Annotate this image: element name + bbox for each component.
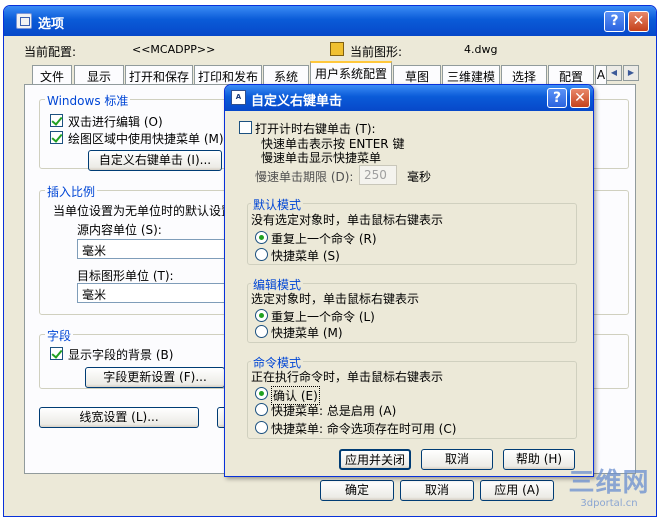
- tab-3d-modeling[interactable]: 三维建模: [442, 65, 500, 84]
- dialog-app-icon: A: [231, 90, 246, 105]
- command-always-label: 快捷菜单: 总是启用 (A): [271, 404, 397, 418]
- target-units-combo[interactable]: 毫米: [77, 283, 237, 303]
- command-options-radio[interactable]: [255, 421, 268, 434]
- custom-rightclick-button[interactable]: 自定义右键单击 (I)...: [88, 150, 222, 171]
- default-mode-desc: 没有选定对象时，单击鼠标右键表示: [251, 213, 444, 227]
- watermark-small: 3dportal.cn: [580, 498, 638, 509]
- shortcut-menu-checkbox[interactable]: [50, 131, 63, 144]
- cancel-button[interactable]: 取消: [400, 480, 474, 501]
- profile-label: 当前配置:: [24, 45, 77, 59]
- insert-scale-title: 插入比例: [45, 183, 98, 200]
- command-mode-desc: 正在执行命令时，单击鼠标右键表示: [251, 370, 444, 384]
- dialog-titlebar[interactable]: A 自定义右键单击 ? ✕: [225, 85, 593, 111]
- profile-value: <<MCADPP>>: [132, 43, 216, 56]
- dblclick-edit-label: 双击进行编辑 (O): [68, 115, 163, 129]
- dialog-close-button[interactable]: ✕: [570, 88, 590, 108]
- default-repeat-label: 重复上一个命令 (R): [271, 232, 377, 246]
- duration-unit: 毫秒: [407, 170, 432, 184]
- dblclick-edit-checkbox[interactable]: [50, 114, 63, 127]
- source-units-combo[interactable]: 毫米: [77, 239, 237, 259]
- default-shortcut-radio[interactable]: [255, 248, 268, 261]
- default-repeat-radio[interactable]: [255, 231, 268, 244]
- help-button[interactable]: ?: [604, 11, 625, 32]
- field-update-button[interactable]: 字段更新设置 (F)...: [85, 367, 225, 388]
- ok-button[interactable]: 确定: [320, 480, 394, 501]
- insert-scale-desc: 当单位设置为无单位时的默认设置: [53, 204, 234, 218]
- tab-open-save[interactable]: 打开和保存: [125, 65, 193, 84]
- command-options-label: 快捷菜单: 命令选项存在时可用 (C): [271, 422, 457, 436]
- command-always-radio[interactable]: [255, 403, 268, 416]
- slow-click-text: 慢速单击显示快捷菜单: [261, 151, 382, 165]
- target-units-label: 目标图形单位 (T):: [77, 269, 174, 283]
- edit-shortcut-label: 快捷菜单 (M): [271, 326, 343, 340]
- tab-scroll-left-icon[interactable]: ◀: [606, 65, 622, 81]
- dialog-help-text-button[interactable]: 帮助 (H): [503, 449, 575, 470]
- watermark-logo: 三维网 3dportal.cn: [562, 468, 656, 516]
- tab-files[interactable]: 文件: [32, 65, 72, 84]
- options-title: 选项: [38, 17, 65, 32]
- edit-repeat-label: 重复上一个命令 (L): [271, 310, 375, 324]
- apply-close-button[interactable]: 应用并关闭: [339, 449, 411, 470]
- slow-duration-label: 慢速单击期限 (D):: [255, 170, 354, 184]
- edit-shortcut-radio[interactable]: [255, 325, 268, 338]
- tab-system[interactable]: 系统: [263, 65, 309, 84]
- command-enter-radio[interactable]: [255, 387, 268, 400]
- edit-mode-desc: 选定对象时，单击鼠标右键表示: [251, 292, 420, 306]
- tab-scroll-right-icon[interactable]: ▶: [623, 65, 639, 81]
- drawing-icon: [330, 42, 344, 56]
- tab-display[interactable]: 显示: [74, 65, 124, 84]
- windows-standard-title: Windows 标准: [45, 92, 131, 109]
- field-background-label: 显示字段的背景 (B): [68, 348, 174, 362]
- close-button[interactable]: ✕: [628, 11, 649, 32]
- watermark-big: 三维网: [568, 468, 650, 498]
- default-shortcut-label: 快捷菜单 (S): [271, 249, 340, 263]
- field-background-checkbox[interactable]: [50, 347, 63, 360]
- source-units-label: 源内容单位 (S):: [77, 223, 162, 237]
- dialog-cancel-button[interactable]: 取消: [421, 449, 493, 470]
- apply-button[interactable]: 应用 (A): [480, 480, 554, 501]
- dialog-title: 自定义右键单击: [251, 94, 343, 109]
- tab-drafting[interactable]: 草图: [393, 65, 441, 84]
- options-titlebar[interactable]: 选项 ? ✕: [4, 6, 656, 36]
- timed-rightclick-checkbox[interactable]: [239, 121, 252, 134]
- custom-rightclick-dialog: A 自定义右键单击 ? ✕ 打开计时右键单击 (T): 快速单击表示按 ENTE…: [224, 84, 594, 477]
- slow-duration-input[interactable]: 250: [359, 165, 397, 185]
- shortcut-menu-label: 绘图区域中使用快捷菜单 (M): [68, 132, 224, 146]
- tab-selection[interactable]: 选择: [501, 65, 547, 84]
- tab-profiles[interactable]: 配置: [548, 65, 594, 84]
- edit-repeat-radio[interactable]: [255, 309, 268, 322]
- dialog-help-button[interactable]: ?: [547, 88, 567, 108]
- lineweight-button[interactable]: 线宽设置 (L)...: [39, 407, 199, 428]
- field-title: 字段: [45, 327, 74, 344]
- tab-user-preferences[interactable]: 用户系统配置: [310, 61, 392, 85]
- tab-plot-publish[interactable]: 打印和发布: [194, 65, 262, 84]
- drawing-value: 4.dwg: [464, 43, 498, 56]
- drawing-label: 当前图形:: [350, 45, 403, 59]
- app-icon: [16, 13, 32, 29]
